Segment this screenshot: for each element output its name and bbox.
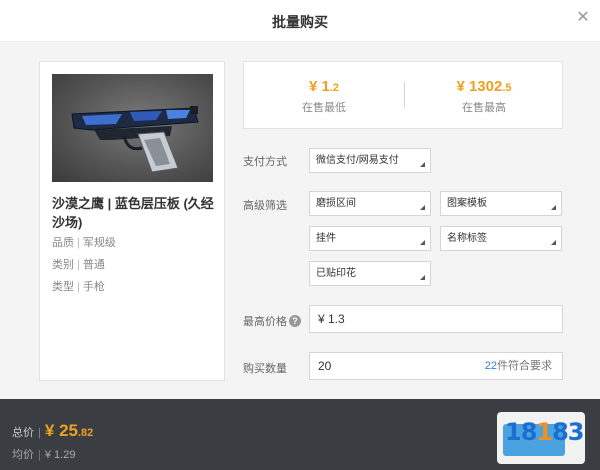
filter-label: 高级筛选 — [243, 200, 287, 212]
nametag-value: 名称标签 — [447, 233, 487, 244]
total-label: 总价 — [12, 427, 34, 439]
close-icon[interactable]: ✕ — [574, 9, 592, 27]
item-attr-type: 类型 | 手枪 — [52, 278, 105, 294]
dropdown-arrow-icon — [420, 162, 425, 167]
total-dec: .82 — [77, 427, 94, 439]
attr-sep: | — [77, 237, 80, 249]
matching-text: 件符合要求 — [497, 360, 552, 372]
highest-price-value: ¥ 1302.5 — [404, 78, 564, 95]
item-name: 沙漠之鹰 | 蓝色层压板 (久经沙场) — [52, 196, 214, 230]
total-price: 总价 | ¥ 25.82 — [12, 421, 93, 441]
avg-sep: | — [38, 449, 41, 461]
max-price-value: ¥ 1.3 — [318, 312, 345, 326]
dropdown-arrow-icon — [551, 240, 556, 245]
dropdown-arrow-icon — [551, 205, 556, 210]
total-int: 25 — [59, 421, 78, 440]
total-amount: ¥ 25.82 — [45, 421, 93, 440]
desert-eagle-pistol-image — [52, 74, 213, 182]
lowest-price-label: 在售最低 — [302, 102, 346, 114]
dialog-title: 批量购买 — [272, 14, 328, 30]
dropdown-arrow-icon — [420, 275, 425, 280]
dropdown-arrow-icon — [420, 205, 425, 210]
lowest-price-value: ¥ 1.2 — [244, 78, 404, 95]
price-int: 1302 — [468, 78, 503, 95]
attr-value: 军规级 — [82, 237, 116, 249]
sticker-select[interactable]: 已贴印花 — [309, 261, 431, 286]
max-price-label-text: 最高价格 — [243, 316, 287, 328]
attr-value: 手枪 — [82, 281, 105, 293]
attr-sep: | — [77, 281, 80, 293]
item-card: 沙漠之鹰 | 蓝色层压板 (久经沙场) 品质 | 军规级 类别 | 普通 类型 | 手枪 — [39, 61, 225, 381]
highest-price: ¥ 1302.5 在售最高 — [404, 62, 564, 130]
item-attr-category: 类别 | 普通 — [52, 256, 105, 272]
currency-symbol: ¥ — [44, 421, 55, 440]
payment-select[interactable]: 微信支付/网易支付 — [309, 148, 431, 173]
price-dec: .5 — [502, 82, 512, 94]
price-range-box: ¥ 1.2 在售最低 ¥ 1302.5 在售最高 — [243, 61, 563, 129]
quantity-hint: 22件符合要求 — [485, 353, 552, 379]
quantity-label: 购买数量 — [243, 363, 287, 375]
lowest-price: ¥ 1.2 在售最低 — [244, 62, 404, 130]
matching-count: 22 — [484, 360, 497, 372]
currency-symbol: ¥ — [308, 78, 318, 95]
average-price: 均价 | ¥ 1.29 — [12, 446, 75, 462]
max-price-label: 最高价格? — [243, 313, 301, 329]
attr-sep: | — [77, 259, 80, 271]
currency-symbol: ¥ — [456, 78, 465, 95]
dropdown-arrow-icon — [420, 240, 425, 245]
wear-range-select[interactable]: 磨损区间 — [309, 191, 431, 216]
quantity-input[interactable]: 20 22件符合要求 — [309, 352, 563, 380]
help-icon[interactable]: ? — [289, 315, 301, 327]
price-dec: .2 — [329, 82, 340, 94]
sticker-value: 已贴印花 — [316, 268, 356, 279]
attr-key: 类型 — [52, 281, 74, 293]
watermark-logo: 18183 — [505, 418, 585, 446]
charm-select[interactable]: 挂件 — [309, 226, 431, 251]
price-int: 1 — [321, 78, 330, 95]
dialog-header: 批量购买 ✕ — [0, 0, 600, 42]
pattern-select[interactable]: 图案模板 — [440, 191, 562, 216]
avg-value: ¥ 1.29 — [44, 449, 76, 461]
max-price-input[interactable]: ¥ 1.3 — [309, 305, 563, 333]
item-attr-quality: 品质 | 军规级 — [52, 234, 116, 250]
payment-value: 微信支付/网易支付 — [316, 155, 399, 166]
total-sep: | — [38, 427, 41, 439]
charm-value: 挂件 — [316, 233, 336, 244]
pattern-value: 图案模板 — [447, 198, 487, 209]
payment-label: 支付方式 — [243, 156, 287, 168]
nametag-select[interactable]: 名称标签 — [440, 226, 562, 251]
attr-key: 类别 — [52, 259, 74, 271]
avg-label: 均价 — [12, 449, 34, 461]
attr-value: 普通 — [82, 259, 105, 271]
quantity-value: 20 — [318, 359, 332, 373]
attr-key: 品质 — [52, 237, 74, 249]
wear-range-value: 磨损区间 — [316, 198, 356, 209]
highest-price-label: 在售最高 — [462, 102, 506, 114]
